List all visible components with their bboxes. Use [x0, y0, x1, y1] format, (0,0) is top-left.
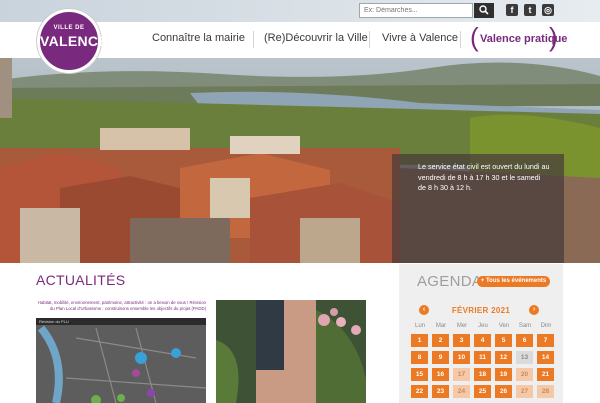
nav-item-valence-pratique[interactable]: ( Valence pratique ) — [470, 22, 567, 53]
next-month-button[interactable]: › — [529, 305, 539, 315]
paren-close: ) — [549, 22, 558, 52]
search-input[interactable] — [359, 3, 473, 18]
site-logo[interactable]: VILLE DE VALENCE — [37, 9, 108, 73]
calendar-day[interactable]: 11 — [474, 351, 491, 364]
calendar-day[interactable]: 19 — [495, 368, 512, 381]
calendar-day[interactable]: 13 — [516, 351, 533, 364]
instagram-icon[interactable]: ◎ — [542, 4, 554, 16]
nav-separator — [369, 31, 370, 48]
weekday-label: Jeu — [478, 323, 488, 329]
calendar-day[interactable]: 2 — [432, 334, 449, 347]
news-map-image: Révision du PLU — [36, 318, 206, 403]
actualites-title: ACTUALITÉS — [36, 272, 126, 288]
calendar-day[interactable]: 23 — [432, 385, 449, 398]
news-card-plu[interactable]: Habitat, mobilité, environnement, patrim… — [36, 300, 206, 403]
weekday-label: Sam — [518, 323, 532, 329]
calendar-day[interactable]: 17 — [453, 368, 470, 381]
calendar-day[interactable]: 27 — [516, 385, 533, 398]
calendar-day[interactable]: 6 — [516, 334, 533, 347]
all-events-button[interactable]: + Tous les événements — [477, 276, 550, 287]
agenda-title: AGENDA — [417, 273, 483, 290]
calendar-day[interactable]: 24 — [453, 385, 470, 398]
calendar-day[interactable]: 21 — [537, 368, 554, 381]
calendar-day[interactable]: 8 — [411, 351, 428, 364]
nav-item-connaitre[interactable]: Connaître la mairie — [152, 32, 245, 44]
calendar-day[interactable]: 22 — [411, 385, 428, 398]
calendar-day[interactable]: 1 — [411, 334, 428, 347]
nav-separator — [253, 31, 254, 48]
facebook-icon[interactable]: f — [506, 4, 518, 16]
calendar-day[interactable]: 18 — [474, 368, 491, 381]
paren-open: ( — [470, 22, 479, 52]
nav-item-vivre[interactable]: Vivre à Valence — [382, 32, 458, 44]
calendar-day[interactable]: 12 — [495, 351, 512, 364]
calendar-day[interactable]: 10 — [453, 351, 470, 364]
nav-separator — [460, 31, 461, 48]
logo-subtitle: VILLE DE — [53, 25, 85, 31]
weekday-label: Ven — [498, 323, 510, 329]
agenda-widget: AGENDA + Tous les événements ‹ FÉVRIER 2… — [399, 264, 563, 403]
hero-notice-box: Le service état civil est ouvert du lund… — [392, 154, 564, 263]
weekday-label: Mar — [435, 323, 447, 329]
map-graphic — [36, 325, 206, 403]
twitter-icon[interactable]: t — [524, 4, 536, 16]
calendar-day[interactable]: 14 — [537, 351, 554, 364]
calendar-day[interactable]: 5 — [495, 334, 512, 347]
calendar-day[interactable]: 3 — [453, 334, 470, 347]
hero-slider: Le service état civil est ouvert du lund… — [0, 58, 600, 263]
calendar-day[interactable]: 16 — [432, 368, 449, 381]
calendar-day[interactable]: 9 — [432, 351, 449, 364]
hero-notice-text: Le service état civil est ouvert du lund… — [418, 162, 550, 192]
calendar-day[interactable]: 4 — [474, 334, 491, 347]
calendar-day[interactable]: 28 — [537, 385, 554, 398]
news-plants-image — [216, 300, 366, 403]
logo-title: VALENCE — [40, 33, 108, 49]
search-icon — [479, 5, 489, 15]
calendar-day[interactable]: 7 — [537, 334, 554, 347]
weekday-label: Lun — [414, 323, 425, 329]
weekday-label: Dim — [540, 323, 552, 329]
news-card-plants[interactable] — [216, 300, 366, 403]
news-card-text: Habitat, mobilité, environnement, patrim… — [37, 300, 206, 311]
nav-item-decouvrir[interactable]: (Re)Découvrir la Ville — [264, 32, 368, 44]
prev-month-button[interactable]: ‹ — [419, 305, 429, 315]
calendar-day[interactable]: 20 — [516, 368, 533, 381]
calendar-day[interactable]: 25 — [474, 385, 491, 398]
calendar-day[interactable]: 15 — [411, 368, 428, 381]
weekday-label: Mer — [456, 323, 468, 329]
search-button[interactable] — [474, 3, 494, 18]
calendar-month: FÉVRIER 2021 — [451, 306, 511, 315]
calendar-day[interactable]: 26 — [495, 385, 512, 398]
